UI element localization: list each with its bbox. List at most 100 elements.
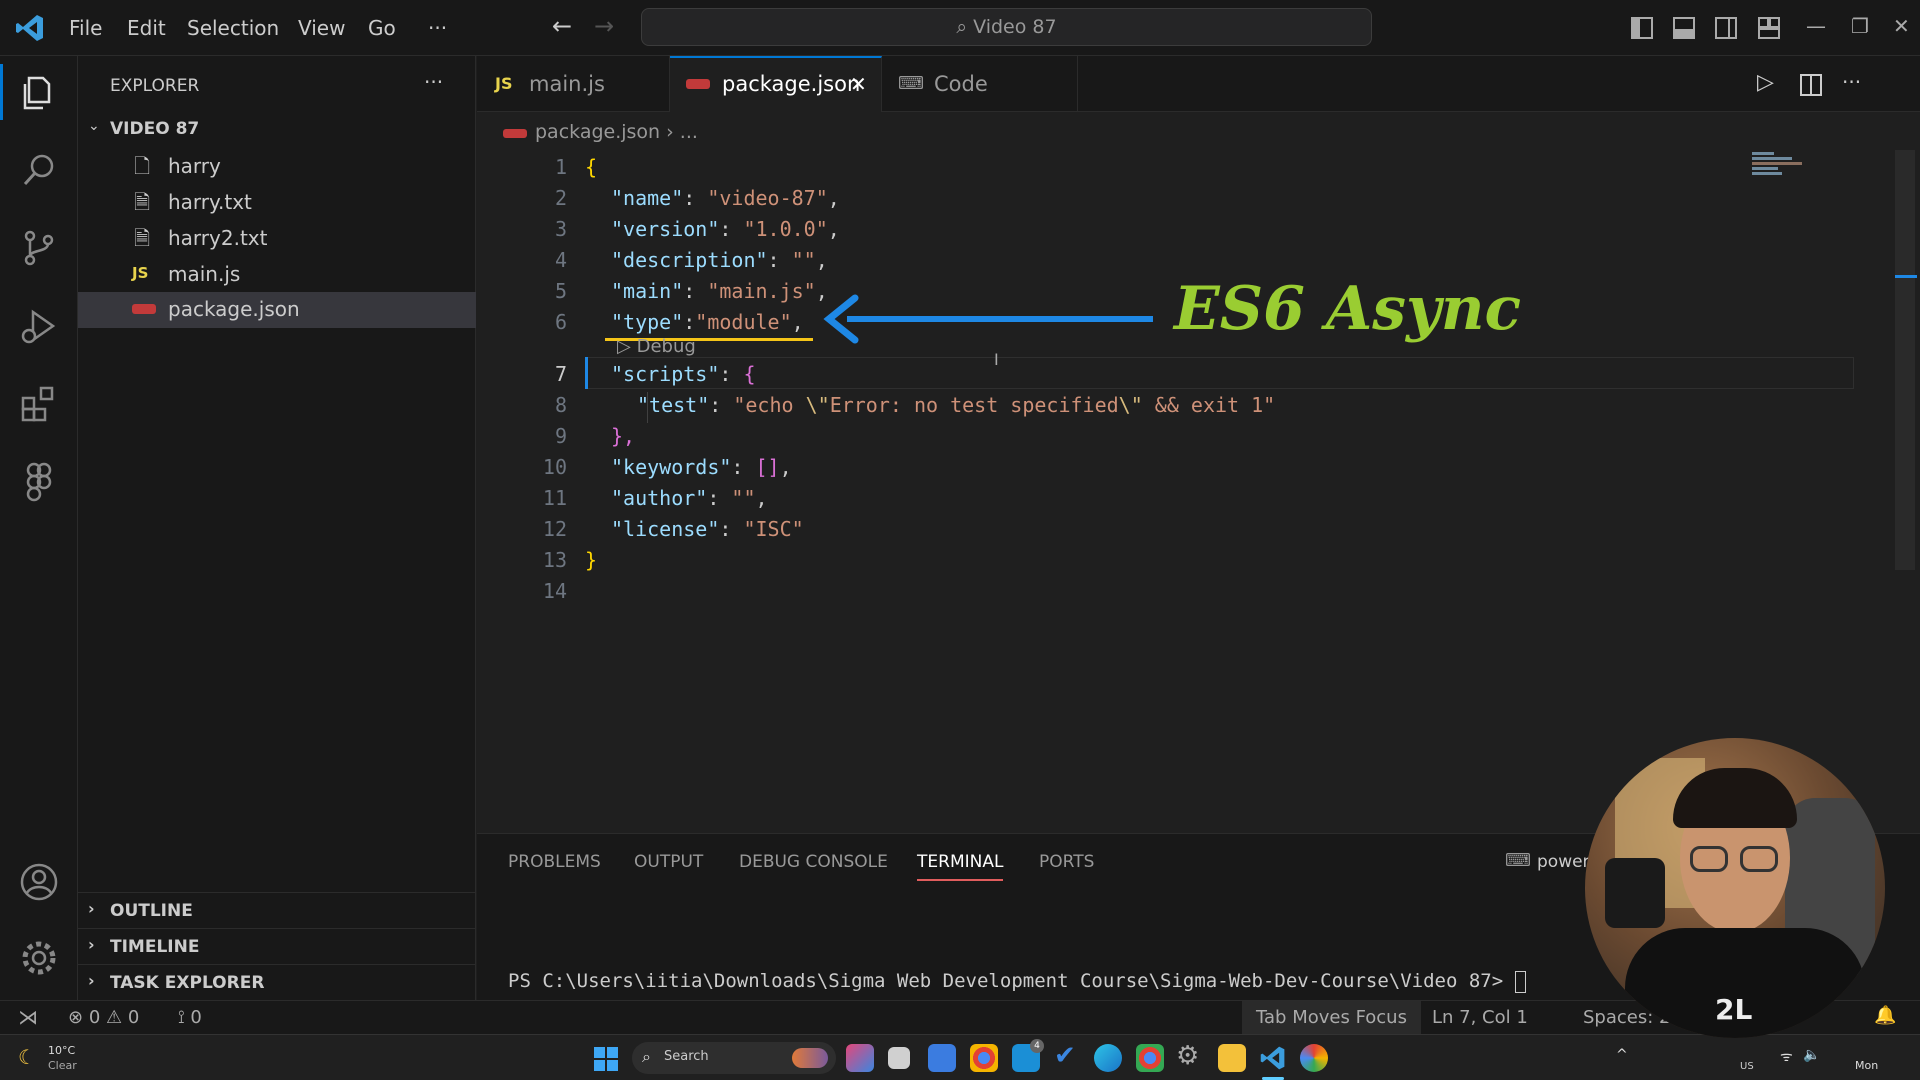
customize-layout-icon[interactable] <box>1758 17 1780 39</box>
settings-gear-icon[interactable]: ⚙ <box>1176 1041 1199 1071</box>
weather-desc[interactable]: Clear <box>48 1059 77 1072</box>
section-label: TIMELINE <box>110 937 200 957</box>
clock-day[interactable]: Mon <box>1855 1059 1878 1072</box>
error-icon: ⊗ <box>68 1007 89 1028</box>
forward-arrow-icon[interactable]: → <box>594 12 614 40</box>
chevron-right-icon: › <box>88 935 95 954</box>
explorer-title: EXPLORER <box>110 76 200 96</box>
json-value: "1.0.0" <box>743 217 828 241</box>
file-item[interactable]: 🗎 harry2.txt <box>78 222 476 256</box>
taskbar-search[interactable]: ⌕ Search <box>632 1042 836 1074</box>
google-app-icon[interactable] <box>1300 1044 1328 1072</box>
breadcrumb-file[interactable]: package.json <box>535 121 660 143</box>
search-highlight-icon <box>792 1048 828 1068</box>
todo-check-icon[interactable]: ✔ <box>1054 1041 1076 1071</box>
breadcrumb-symbol[interactable]: ... <box>680 121 698 143</box>
section-label: OUTLINE <box>110 901 193 921</box>
panel-tab-terminal[interactable]: TERMINAL <box>917 852 1003 872</box>
restore-icon[interactable]: ❐ <box>1851 14 1869 38</box>
json-value: "ISC" <box>743 517 804 541</box>
json-key: "scripts" <box>611 362 720 386</box>
extensions-icon[interactable] <box>17 382 61 426</box>
network-icon[interactable]: ᯤ <box>1780 1047 1793 1066</box>
text-cursor-icon: I <box>994 350 999 369</box>
chevron-up-icon[interactable]: ^ <box>1616 1047 1628 1063</box>
file-explorer-icon[interactable] <box>1218 1044 1246 1072</box>
close-tab-icon[interactable]: ✕ <box>850 58 867 110</box>
tab-moves-focus[interactable]: Tab Moves Focus <box>1242 1001 1421 1035</box>
panel-tab-debug-console[interactable]: DEBUG CONSOLE <box>739 852 888 872</box>
line-number: 3 <box>554 217 567 241</box>
json-value: "video-87" <box>707 186 828 210</box>
menu-selection[interactable]: Selection <box>187 16 279 40</box>
minimap[interactable] <box>1752 152 1822 182</box>
copilot-icon[interactable] <box>846 1044 874 1072</box>
file-item-selected[interactable]: package.json <box>78 292 476 328</box>
scrollbar-cursor-marker <box>1895 275 1917 278</box>
file-item[interactable]: 🗋 harry <box>78 150 476 184</box>
code-editor[interactable]: package.json › ... 1 2 3 4 5 6 7 8 9 10 … <box>477 112 1920 832</box>
explorer-icon[interactable] <box>17 70 61 114</box>
toggle-primary-sidebar-icon[interactable] <box>1631 17 1653 39</box>
chrome-icon[interactable] <box>970 1044 998 1072</box>
edge-icon[interactable] <box>1094 1044 1122 1072</box>
text-file-icon: 🗎 <box>134 226 151 250</box>
ports-status[interactable]: ⟟ 0 <box>178 1007 202 1028</box>
split-editor-icon[interactable] <box>1800 74 1822 96</box>
task-view-icon[interactable] <box>888 1047 910 1069</box>
account-icon[interactable] <box>17 860 61 904</box>
figma-icon[interactable] <box>17 460 61 504</box>
windows-start-icon[interactable] <box>594 1047 618 1071</box>
remote-icon[interactable]: ⋊ <box>18 1005 38 1029</box>
code-line: "main": "main.js", <box>611 279 828 303</box>
outline-section[interactable]: › OUTLINE <box>78 892 476 928</box>
file-item[interactable]: JS main.js <box>78 258 476 292</box>
menu-more[interactable]: ··· <box>428 16 447 40</box>
run-debug-icon[interactable] <box>17 304 61 348</box>
toggle-panel-icon[interactable] <box>1673 17 1695 39</box>
input-language[interactable]: US <box>1740 1061 1754 1072</box>
weather-temp[interactable]: 10°C <box>48 1044 75 1057</box>
settings-gear-icon[interactable] <box>17 936 61 980</box>
chrome-profile-icon[interactable] <box>1136 1044 1164 1072</box>
folder-root[interactable]: ⌄ VIDEO 87 <box>78 114 476 148</box>
moon-weather-icon: ☾ <box>18 1045 36 1069</box>
vscode-taskbar-icon[interactable] <box>1259 1044 1287 1072</box>
toggle-secondary-sidebar-icon[interactable] <box>1715 17 1737 39</box>
problems-status[interactable]: ⊗ 0 ⚠ 0 <box>68 1007 139 1028</box>
panel-tab-problems[interactable]: PROBLEMS <box>508 852 601 872</box>
bell-icon[interactable]: 🔔 <box>1874 1005 1896 1026</box>
panel-tab-output[interactable]: OUTPUT <box>634 852 703 872</box>
glasses-right <box>1740 846 1778 872</box>
tab-code[interactable]: ⌨ Code <box>882 56 1078 112</box>
json-value: "echo <box>733 393 806 417</box>
task-explorer-section[interactable]: › TASK EXPLORER <box>78 964 476 1000</box>
terminal-prompt[interactable]: PS C:\Users\iitia\Downloads\Sigma Web De… <box>508 970 1526 993</box>
minimize-icon[interactable]: — <box>1806 14 1826 38</box>
source-control-icon[interactable] <box>17 226 61 270</box>
menu-view[interactable]: View <box>298 16 345 40</box>
panel-tab-ports[interactable]: PORTS <box>1039 852 1094 872</box>
calendar-app-icon[interactable] <box>928 1044 956 1072</box>
tab-main-js[interactable]: JS main.js <box>477 56 670 112</box>
search-icon[interactable] <box>17 148 61 192</box>
menu-file[interactable]: File <box>69 16 102 40</box>
close-window-icon[interactable]: ✕ <box>1893 14 1910 38</box>
tab-package-json[interactable]: package.json ✕ <box>670 56 882 112</box>
more-actions-icon[interactable]: ··· <box>424 70 443 94</box>
more-editor-actions-icon[interactable]: ··· <box>1842 70 1861 94</box>
file-label: harry.txt <box>168 190 252 214</box>
back-arrow-icon[interactable]: ← <box>552 12 572 40</box>
chevron-right-icon: › <box>88 971 95 990</box>
run-icon[interactable]: ▷ <box>1757 70 1774 95</box>
command-center-search[interactable]: ⌕ Video 87 <box>641 8 1372 46</box>
volume-icon[interactable]: 🔈 <box>1803 1047 1820 1063</box>
debug-label: Debug <box>636 336 696 357</box>
scrollbar[interactable] <box>1895 150 1915 570</box>
file-item[interactable]: 🗎 harry.txt <box>78 186 476 220</box>
menu-go[interactable]: Go <box>368 16 396 40</box>
timeline-section[interactable]: › TIMELINE <box>78 928 476 964</box>
menu-edit[interactable]: Edit <box>127 16 166 40</box>
debug-codelens[interactable]: ▷ Debug <box>617 336 696 357</box>
cursor-position[interactable]: Ln 7, Col 1 <box>1432 1007 1528 1028</box>
